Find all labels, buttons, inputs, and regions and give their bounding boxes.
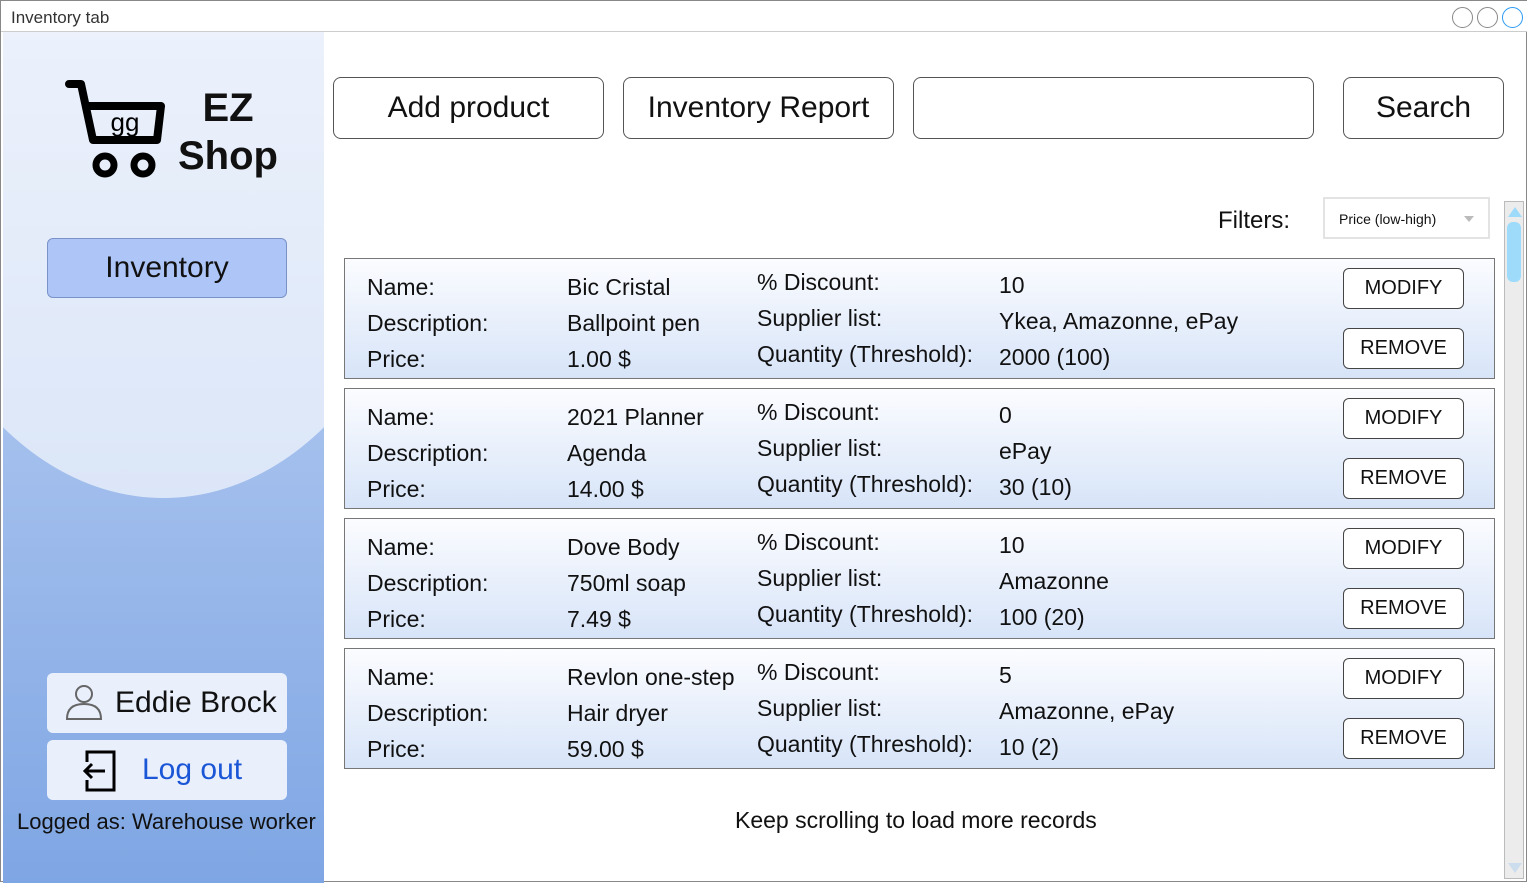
suppliers-label: Supplier list: <box>757 565 883 591</box>
product-discount: 10 <box>999 532 1025 558</box>
name-label: Name: <box>367 274 435 300</box>
load-more-hint: Keep scrolling to load more records <box>735 807 1097 833</box>
remove-button[interactable]: REMOVE <box>1343 588 1464 629</box>
sort-filter-value: Price (low-high) <box>1339 211 1437 227</box>
add-product-button[interactable]: Add product <box>333 77 604 139</box>
product-name: Revlon one-step <box>567 664 735 690</box>
modify-button[interactable]: MODIFY <box>1343 528 1464 569</box>
product-discount: 10 <box>999 272 1025 298</box>
brand-name: EZ Shop <box>178 84 278 180</box>
discount-label: % Discount: <box>757 399 880 425</box>
quantity-label: Quantity (Threshold): <box>757 341 974 367</box>
product-discount: 5 <box>999 662 1012 688</box>
product-card: Name: Dove Body Description: 750ml soap Pric… <box>344 518 1495 639</box>
inventory-report-button[interactable]: Inventory Report <box>623 77 894 139</box>
logout-icon <box>82 750 116 792</box>
description-label: Description: <box>367 570 489 596</box>
suppliers-label: Supplier list: <box>757 305 883 331</box>
product-card: Name: Bic Cristal Description: Ballpoint pe… <box>344 258 1495 379</box>
modify-button[interactable]: MODIFY <box>1343 268 1464 309</box>
maximize-button[interactable] <box>1477 7 1498 28</box>
name-label: Name: <box>367 404 435 430</box>
logout-label: Log out <box>142 753 243 786</box>
title-bar: Inventory tab <box>1 1 1527 32</box>
name-label: Name: <box>367 534 435 560</box>
description-label: Description: <box>367 310 489 336</box>
suppliers-label: Supplier list: <box>757 695 883 721</box>
price-label: Price: <box>367 476 426 502</box>
suppliers-label: Supplier list: <box>757 435 883 461</box>
product-card: Name: Revlon one-step Description: Hair dry… <box>344 648 1495 769</box>
logged-as-text: Logged as: Warehouse worker <box>17 809 316 834</box>
product-name: Dove Body <box>567 534 680 560</box>
price-label: Price: <box>367 346 426 372</box>
scrollbar-thumb[interactable] <box>1507 222 1521 282</box>
scroll-down-icon[interactable] <box>1508 863 1522 873</box>
product-suppliers: Ykea, Amazonne, ePay <box>999 308 1239 334</box>
product-price: 1.00 $ <box>567 346 631 372</box>
product-name: Bic Cristal <box>567 274 671 300</box>
product-suppliers: Amazonne <box>999 568 1109 594</box>
logo-text: gg <box>111 107 140 137</box>
price-label: Price: <box>367 606 426 632</box>
product-quantity: 30 (10) <box>999 474 1072 500</box>
product-card: Name: 2021 Planner Description: Agenda Price… <box>344 388 1495 509</box>
window-title: Inventory tab <box>11 8 110 27</box>
brand-line1: EZ <box>202 86 254 130</box>
modify-button[interactable]: MODIFY <box>1343 658 1464 699</box>
product-quantity: 10 (2) <box>999 734 1060 760</box>
modify-button[interactable]: MODIFY <box>1343 398 1464 439</box>
remove-button[interactable]: REMOVE <box>1343 328 1464 369</box>
user-profile[interactable]: Eddie Brock <box>47 673 287 733</box>
sort-filter-select[interactable]: Price (low-high) <box>1323 197 1490 239</box>
remove-button[interactable]: REMOVE <box>1343 718 1464 759</box>
name-label: Name: <box>367 664 435 690</box>
product-name: 2021 Planner <box>567 404 704 430</box>
product-quantity: 2000 (100) <box>999 344 1111 370</box>
nav-inventory-button[interactable]: Inventory <box>47 238 287 298</box>
brand-line2: Shop <box>178 134 278 178</box>
minimize-button[interactable] <box>1452 7 1473 28</box>
search-button[interactable]: Search <box>1343 77 1504 139</box>
quantity-label: Quantity (Threshold): <box>757 601 974 627</box>
product-price: 14.00 $ <box>567 476 644 502</box>
product-description: Hair dryer <box>567 700 668 726</box>
remove-button[interactable]: REMOVE <box>1343 458 1464 499</box>
product-suppliers: Amazonne, ePay <box>999 698 1175 724</box>
quantity-label: Quantity (Threshold): <box>757 731 974 757</box>
product-price: 7.49 $ <box>567 606 631 632</box>
user-icon <box>65 685 103 720</box>
logout-button[interactable]: Log out <box>47 740 287 800</box>
chevron-down-icon <box>1464 216 1474 227</box>
product-price: 59.00 $ <box>567 736 644 762</box>
discount-label: % Discount: <box>757 529 880 555</box>
description-label: Description: <box>367 440 489 466</box>
product-suppliers: ePay <box>999 438 1052 464</box>
product-description: 750ml soap <box>567 570 686 596</box>
price-label: Price: <box>367 736 426 762</box>
search-input[interactable] <box>913 77 1314 139</box>
sidebar: gg EZ Shop Inventory Eddie Brock Log out … <box>3 32 324 883</box>
close-button[interactable] <box>1502 7 1523 28</box>
product-description: Ballpoint pen <box>567 310 700 336</box>
shopping-cart-logo-icon: gg <box>65 80 165 178</box>
discount-label: % Discount: <box>757 269 880 295</box>
description-label: Description: <box>367 700 489 726</box>
quantity-label: Quantity (Threshold): <box>757 471 974 497</box>
product-quantity: 100 (20) <box>999 604 1085 630</box>
discount-label: % Discount: <box>757 659 880 685</box>
product-description: Agenda <box>567 440 647 466</box>
user-name: Eddie Brock <box>115 686 277 719</box>
filters-label: Filters: <box>1218 207 1290 234</box>
scroll-up-icon[interactable] <box>1508 207 1522 217</box>
product-discount: 0 <box>999 402 1012 428</box>
scrollbar[interactable] <box>1504 201 1524 879</box>
